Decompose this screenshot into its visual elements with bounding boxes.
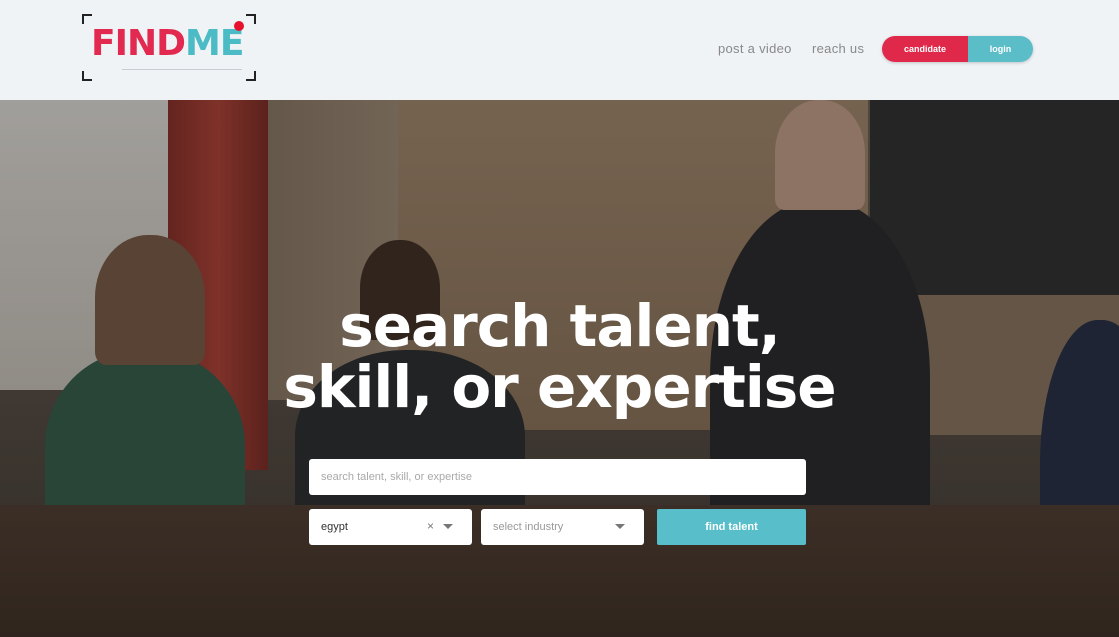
talent-search-input[interactable] xyxy=(309,459,806,495)
industry-select[interactable]: select industry xyxy=(481,509,644,545)
site-header: FINDME post a video reach us candidate l… xyxy=(0,0,1119,100)
nav-reach-us[interactable]: reach us xyxy=(812,41,864,56)
find-talent-button[interactable]: find talent xyxy=(657,509,806,545)
logo-frame-corner xyxy=(246,14,256,24)
chevron-down-icon[interactable] xyxy=(443,524,453,529)
findme-logo[interactable]: FINDME xyxy=(82,14,256,81)
candidate-button[interactable]: candidate xyxy=(882,36,968,62)
logo-frame-corner xyxy=(82,71,92,81)
record-dot-icon xyxy=(234,21,244,31)
auth-button-group: candidate login xyxy=(882,36,1033,62)
nav-post-video[interactable]: post a video xyxy=(718,41,792,56)
logo-frame-corner xyxy=(246,71,256,81)
hero-section: search talent, skill, or expertise egypt… xyxy=(0,100,1119,637)
headline-line-1: search talent, xyxy=(339,292,781,360)
country-select[interactable]: egypt × xyxy=(309,509,472,545)
logo-wordmark: FINDME xyxy=(91,23,244,64)
country-select-value: egypt xyxy=(321,521,348,533)
industry-select-placeholder: select industry xyxy=(493,521,564,533)
logo-find-text: FIND xyxy=(91,23,186,64)
hero-headline: search talent, skill, or expertise xyxy=(0,296,1119,418)
headline-line-2: skill, or expertise xyxy=(283,353,836,421)
clear-icon[interactable]: × xyxy=(427,519,434,533)
logo-underline xyxy=(122,69,242,70)
login-button[interactable]: login xyxy=(968,36,1033,62)
chevron-down-icon[interactable] xyxy=(615,524,625,529)
